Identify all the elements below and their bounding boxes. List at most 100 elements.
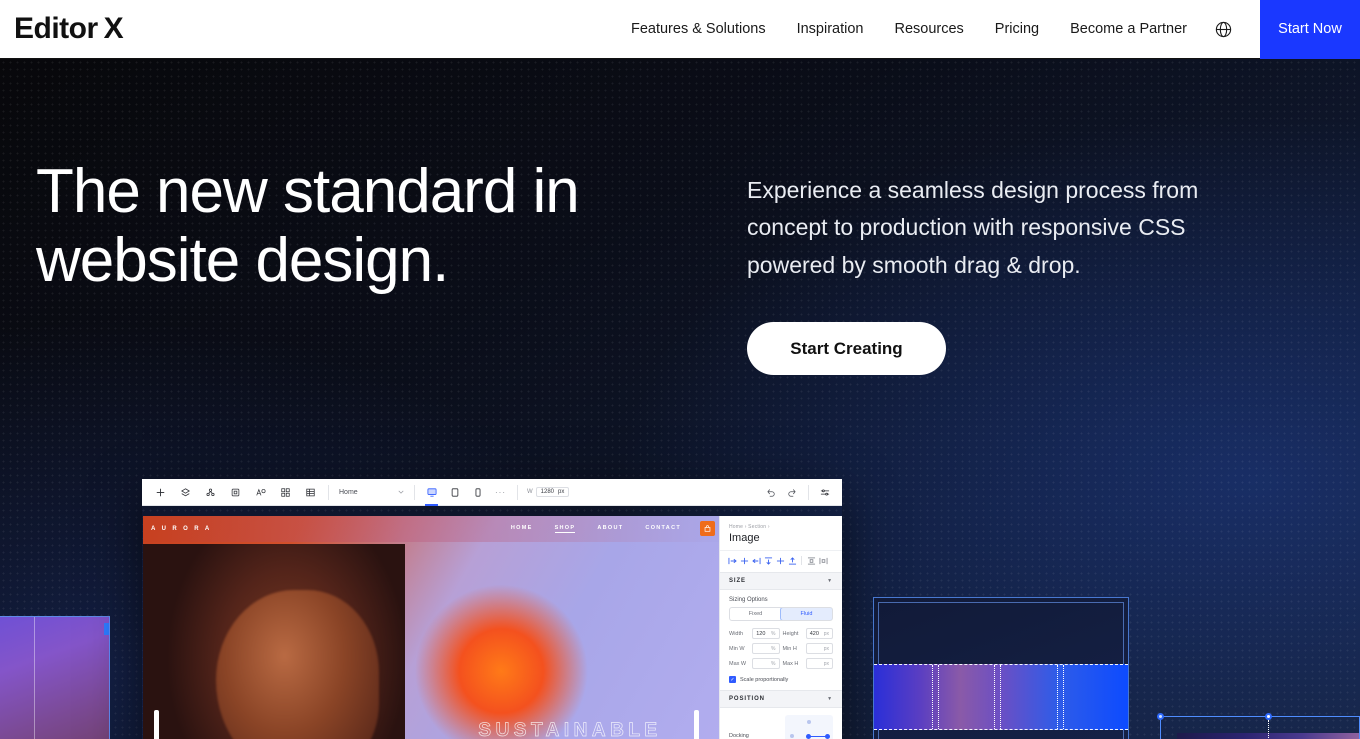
scale-proportionally-checkbox[interactable]: ✓	[729, 676, 736, 683]
panel-vertical-guide	[34, 617, 35, 739]
apps-icon[interactable]	[273, 479, 298, 506]
selection-outline	[1160, 716, 1360, 739]
plus-icon[interactable]	[148, 479, 173, 506]
nav-item-features[interactable]: Features & Solutions	[631, 21, 766, 37]
nav-item-become-a-partner[interactable]: Become a Partner	[1070, 21, 1187, 37]
editor-toolbar: Home ··· W 1280 px	[142, 479, 842, 506]
site-navigation: A U R O R A HOME SHOP ABOUT CONTACT	[143, 516, 721, 542]
toolbar-divider	[328, 484, 329, 500]
max-height-unit: px	[823, 660, 829, 667]
toolbar-right-group	[759, 479, 842, 506]
top-navigation-bar: Editor X Features & Solutions Inspiratio…	[0, 0, 1360, 59]
nav-item-resources[interactable]: Resources	[894, 21, 963, 37]
width-field-label: W	[527, 489, 533, 495]
height-value: 420	[809, 630, 819, 637]
device-switcher: ···	[420, 479, 512, 506]
vertical-measure-guide	[1268, 720, 1269, 739]
sizing-option-fluid[interactable]: Fluid	[780, 608, 832, 620]
selection-handle-top-left[interactable]	[1157, 713, 1164, 720]
scale-proportionally-label: Scale proportionally	[740, 676, 789, 683]
site-hero-photo	[143, 544, 405, 739]
cart-icon[interactable]	[700, 521, 715, 536]
grid-layout-panel[interactable]: H: 1200 ⇧ +	[873, 597, 1129, 739]
align-top-icon[interactable]	[763, 555, 773, 566]
width-input-unit: px	[558, 489, 565, 495]
max-width-input-field[interactable]: %	[752, 658, 780, 669]
layers-icon[interactable]	[173, 479, 198, 506]
resize-handle-top[interactable]	[104, 623, 109, 635]
device-mobile-icon[interactable]	[466, 479, 489, 506]
logo[interactable]: Editor X	[14, 12, 124, 45]
device-tablet-icon[interactable]	[443, 479, 466, 506]
site-nav-contact[interactable]: CONTACT	[645, 525, 681, 533]
nav-links: Features & Solutions Inspiration Resourc…	[631, 21, 1187, 37]
text-icon[interactable]	[248, 479, 273, 506]
distribute-v-icon[interactable]	[806, 555, 816, 566]
grid-gutter-2	[994, 665, 1001, 729]
height-label: Height	[782, 630, 799, 637]
site-nav-shop[interactable]: SHOP	[554, 525, 576, 533]
globe-icon[interactable]	[1214, 20, 1233, 39]
redo-icon[interactable]	[781, 479, 803, 506]
more-options-button[interactable]: ···	[489, 479, 512, 506]
toolbar-divider-3	[517, 484, 518, 500]
height-unit: px	[823, 630, 829, 637]
position-section-chevron-icon: ▼	[827, 696, 833, 702]
alignment-toolbar	[720, 550, 842, 572]
sizing-options-label: Sizing Options	[729, 597, 768, 603]
nav-item-pricing[interactable]: Pricing	[995, 21, 1039, 37]
size-field-row-2: Min W % Min H px	[729, 643, 833, 654]
align-left-icon[interactable]	[727, 555, 737, 566]
grid-gutter-3	[1057, 665, 1064, 729]
max-height-input-field[interactable]: px	[805, 658, 833, 669]
min-height-label: Min H	[782, 645, 797, 652]
dock-connector	[809, 736, 826, 737]
page-select[interactable]: Home	[334, 479, 409, 506]
align-right-icon[interactable]	[751, 555, 761, 566]
site-title-outline: SUSTAINABLE	[478, 720, 662, 739]
start-now-button[interactable]: Start Now	[1260, 0, 1360, 59]
align-center-h-icon[interactable]	[739, 555, 749, 566]
scale-proportionally-row[interactable]: ✓ Scale proportionally	[720, 673, 842, 690]
canvas-handle-right[interactable]	[694, 710, 699, 739]
toolbar-icon-group	[142, 479, 323, 506]
max-width-unit: %	[771, 660, 776, 667]
size-section-header[interactable]: SIZE ▼	[720, 572, 842, 590]
grid-content-strip	[874, 664, 1128, 730]
editor-mockup: Home ··· W 1280 px A U R O R A HOME SHOP…	[142, 479, 842, 739]
width-input[interactable]: 1280 px	[535, 487, 570, 497]
logo-mark: X	[103, 12, 124, 45]
distribute-h-icon[interactable]	[818, 555, 828, 566]
site-nav-links: HOME SHOP ABOUT CONTACT	[511, 525, 713, 533]
grid-gutter-1	[932, 665, 939, 729]
undo-icon[interactable]	[759, 479, 781, 506]
min-width-unit: %	[771, 645, 776, 652]
docking-control[interactable]	[785, 715, 833, 739]
selection-handle-top-center[interactable]	[1265, 713, 1272, 720]
canvas-handle-left[interactable]	[154, 710, 159, 739]
align-bottom-icon[interactable]	[787, 555, 797, 566]
dock-left[interactable]	[790, 734, 794, 738]
width-input-field[interactable]: 120 %	[752, 628, 780, 639]
editor-canvas[interactable]: A U R O R A HOME SHOP ABOUT CONTACT SUST…	[143, 516, 721, 739]
toolbar-divider-4	[808, 484, 809, 500]
min-width-input-field[interactable]: %	[752, 643, 780, 654]
grid-icon[interactable]	[298, 479, 323, 506]
height-input-field[interactable]: 420 px	[805, 628, 833, 639]
sliders-icon[interactable]	[814, 479, 836, 506]
site-nav-home[interactable]: HOME	[511, 525, 533, 533]
nav-item-inspiration[interactable]: Inspiration	[797, 21, 864, 37]
docking-label: Docking	[729, 733, 749, 739]
media-icon[interactable]	[223, 479, 248, 506]
min-height-input-field[interactable]: px	[805, 643, 833, 654]
toolbar-divider-2	[414, 484, 415, 500]
dock-top[interactable]	[806, 720, 811, 724]
site-icon[interactable]	[198, 479, 223, 506]
min-height-unit: px	[823, 645, 829, 652]
start-creating-button[interactable]: Start Creating	[747, 322, 946, 375]
position-section-header[interactable]: POSITION ▼	[720, 690, 842, 708]
sizing-option-fixed[interactable]: Fixed	[730, 608, 781, 620]
site-nav-about[interactable]: ABOUT	[597, 525, 623, 533]
align-middle-icon[interactable]	[775, 555, 785, 566]
device-desktop-icon[interactable]	[420, 479, 443, 506]
